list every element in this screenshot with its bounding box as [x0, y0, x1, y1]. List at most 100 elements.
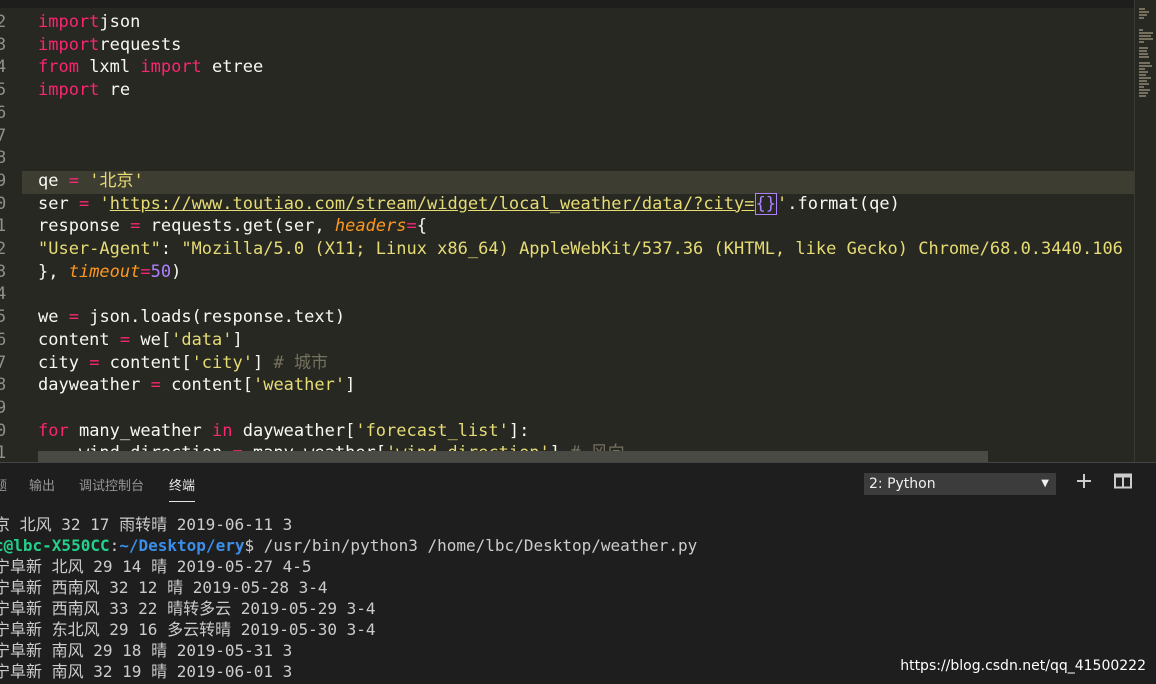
code-token: response [38, 216, 131, 237]
code-token: import [140, 57, 202, 78]
minimap-line [1139, 65, 1152, 67]
code-token: city [38, 352, 90, 373]
code-token: ' [99, 193, 110, 214]
code-token: # 城市 [273, 352, 328, 373]
code-line: ser = 'https://www.toutiao.com/stream/wi… [38, 192, 900, 216]
line-number: 1 [0, 443, 7, 462]
prompt-separator: : [109, 536, 120, 555]
code-token: 'city' [191, 352, 253, 373]
line-number: 1 [0, 216, 7, 237]
code-token: headers [334, 216, 407, 237]
code-line: }, timeout=50) [38, 261, 181, 284]
line-number: 5 [0, 80, 7, 101]
line-number: 8 [0, 148, 7, 169]
code-token: from [38, 57, 79, 78]
minimap-line [1139, 53, 1148, 55]
code-token: = [89, 352, 100, 373]
line-number: 7 [0, 352, 7, 373]
line-number: 5 [0, 307, 7, 328]
terminal-line: 宁阜新 北风 29 14 晴 2019-05-27 4-5 [0, 557, 312, 576]
code-token: ] [232, 329, 243, 350]
terminal-line: 宁阜新 东北风 29 16 多云转晴 2019-05-30 3-4 [0, 620, 376, 639]
code-token: : [160, 239, 182, 259]
code-line: qe = '北京' [38, 170, 144, 193]
code-token: "User-Agent" [38, 239, 161, 259]
tab-problems[interactable]: 题 [0, 475, 7, 494]
minimap-line [1139, 77, 1151, 79]
code-token: many_weather [68, 420, 213, 441]
code-token: }, [38, 261, 69, 282]
code-line: dayweather = content['weather'] [38, 374, 355, 397]
minimap-line [1139, 17, 1144, 19]
code-token: dayweather[ [232, 420, 356, 441]
tab-debug-console[interactable]: 调试控制台 [79, 475, 144, 494]
line-number: 6 [0, 329, 7, 350]
code-token: in [212, 420, 233, 441]
code-token: https://www.toutiao.com/stream/widget/lo… [109, 193, 755, 214]
code-token: import [38, 80, 100, 101]
split-icon[interactable] [1113, 473, 1133, 495]
code-line: city = content['city'] # 城市 [38, 352, 328, 375]
line-number: 0 [0, 420, 7, 441]
line-number-gutter: 23456789012345678901 [0, 0, 22, 462]
code-line: for many_weather in dayweather['forecast… [38, 420, 529, 443]
line-number: 2 [0, 12, 7, 32]
terminal-select-value: 2: Python [869, 476, 936, 492]
code-token: import [38, 34, 100, 55]
code-line: from lxml import etree [38, 56, 263, 79]
code-token: .format(qe) [787, 193, 900, 214]
horizontal-scrollbar[interactable] [38, 451, 988, 462]
code-token: etree [201, 57, 264, 78]
code-token: ] [345, 375, 356, 396]
minimap-line [1139, 71, 1148, 73]
code-token: we[ [130, 329, 172, 350]
code-token: import [38, 12, 100, 32]
code-token: qe [38, 170, 69, 191]
minimap-line [1139, 11, 1149, 13]
minimap-line [1139, 35, 1151, 37]
code-line: "User-Agent": "Mozilla/5.0 (X11; Linux x… [38, 238, 1134, 261]
minimap-line [1139, 86, 1144, 88]
line-number: 3 [0, 34, 7, 55]
code-token: ]: [508, 420, 530, 441]
code-token: = [150, 375, 161, 396]
line-number: 4 [0, 284, 7, 305]
prompt-path: ~/Desktop/ery [119, 536, 245, 555]
code-token: = [68, 307, 79, 328]
minimap-line [1139, 47, 1148, 49]
code-line: content = we['data'] [38, 329, 243, 352]
terminal-select[interactable]: 2: Python ▼ [864, 473, 1056, 495]
minimap[interactable] [1134, 0, 1156, 462]
code-token: we [38, 307, 69, 328]
line-number: 8 [0, 375, 7, 396]
code-editor[interactable]: 23456789012345678901 importjson importreq… [0, 0, 1156, 462]
code-token: for [38, 420, 69, 441]
code-token: = [78, 193, 90, 214]
line-number: 6 [0, 102, 7, 123]
tab-terminal[interactable]: 终端 [169, 475, 196, 502]
code-line: import re [38, 79, 130, 102]
code-token: json.loads(response.text) [78, 307, 346, 328]
code-line: importrequests [38, 34, 181, 57]
code-token: = [68, 170, 79, 191]
code-token: { [416, 216, 427, 237]
minimap-line [1139, 83, 1149, 85]
prompt-command: $ /usr/bin/python3 /home/lbc/Desktop/wea… [244, 536, 698, 555]
minimap-line [1139, 38, 1153, 40]
minimap-line [1139, 68, 1145, 70]
terminal-line: 宁阜新 西南风 32 12 晴 2019-05-28 3-4 [0, 578, 328, 597]
code-token: 'data' [171, 329, 233, 350]
terminal-prompt-line: c@lbc-X550CC:~/Desktop/ery$ /usr/bin/pyt… [0, 535, 697, 556]
code-token: ' [776, 193, 788, 214]
tab-output[interactable]: 输出 [29, 475, 55, 494]
code-token: 'weather' [252, 375, 346, 396]
minimap-line [1139, 41, 1144, 43]
minimap-line [1139, 80, 1147, 82]
plus-icon[interactable] [1074, 473, 1094, 495]
code-line: response = requests.get(ser, headers={ [38, 215, 427, 238]
chevron-down-icon: ▼ [1041, 478, 1049, 489]
code-token: "Mozilla/5.0 (X11; Linux x86_64) AppleWe… [181, 239, 1134, 259]
code-area[interactable]: importjson importrequests from lxml import… [38, 0, 1134, 462]
